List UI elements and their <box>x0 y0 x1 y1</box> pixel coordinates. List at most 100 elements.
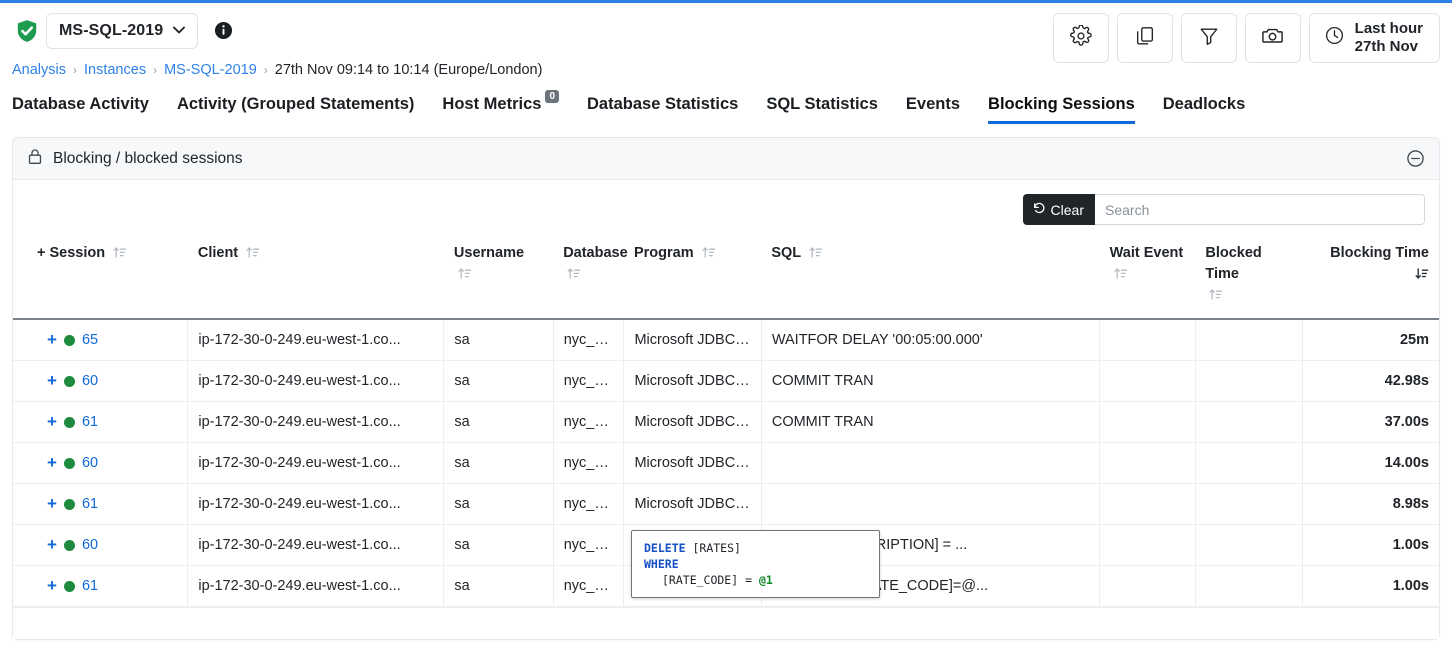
table-row[interactable]: + 61 ip-172-30-0-249.eu-west-1.co... sa … <box>13 401 1439 443</box>
shield-check-icon <box>12 16 42 46</box>
filter-button[interactable] <box>1180 13 1237 63</box>
cell-client: ip-172-30-0-249.eu-west-1.co... <box>187 360 445 402</box>
column-header-sql[interactable]: SQL <box>761 235 1100 320</box>
tab-blocking-sessions[interactable]: Blocking Sessions <box>988 95 1135 124</box>
session-id-link[interactable]: 61 <box>82 578 98 594</box>
table-toolbar: Clear <box>13 180 1439 235</box>
column-header-username[interactable]: Username <box>443 235 554 320</box>
cell-blocked-time <box>1195 483 1304 525</box>
column-header-client[interactable]: Client <box>187 235 444 320</box>
cell-sql[interactable]: COMMIT TRAN <box>761 360 1101 402</box>
sql-column: [RATE_CODE] = <box>662 573 759 587</box>
info-icon[interactable] <box>214 21 233 45</box>
tab-label: Host Metrics <box>442 95 542 113</box>
tab-sql-statistics[interactable]: SQL Statistics <box>766 95 878 124</box>
sql-keyword: WHERE <box>644 557 679 571</box>
cell-sql[interactable]: WAITFOR DELAY '00:05:00.000' <box>761 319 1101 361</box>
breadcrumb-item-instances[interactable]: Instances <box>84 62 146 78</box>
cell-wait-event <box>1099 360 1196 402</box>
tab-label: Blocking Sessions <box>988 95 1135 113</box>
time-range-button[interactable]: Last hour 27th Nov <box>1308 13 1440 63</box>
column-header-wait-event[interactable]: Wait Event <box>1099 235 1196 320</box>
session-status-dot <box>63 457 75 469</box>
search-input[interactable] <box>1095 194 1425 225</box>
session-id-link[interactable]: 61 <box>82 414 98 430</box>
tab-label: SQL Statistics <box>766 95 878 113</box>
cell-wait-event <box>1099 442 1196 484</box>
tab-events[interactable]: Events <box>906 95 960 124</box>
row-expander-icon[interactable]: + <box>47 577 57 594</box>
cell-blocking-time: 37.00s <box>1302 401 1439 443</box>
session-id-link[interactable]: 60 <box>82 455 98 471</box>
cell-sql[interactable] <box>761 483 1101 525</box>
tab-deadlocks[interactable]: Deadlocks <box>1163 95 1246 124</box>
tooltip-line-3: [RATE_CODE] = @1 <box>644 572 867 588</box>
cell-session: + 61 <box>13 483 189 525</box>
row-expander-icon[interactable]: + <box>47 413 57 430</box>
sort-ascending-icon <box>702 245 716 266</box>
sort-ascending-icon <box>113 245 127 266</box>
cell-blocked-time <box>1195 524 1304 566</box>
cell-client: ip-172-30-0-249.eu-west-1.co... <box>187 524 445 566</box>
table-row[interactable]: + 65 ip-172-30-0-249.eu-west-1.co... sa … <box>13 319 1439 361</box>
host-metrics-badge: 0 <box>545 90 560 103</box>
settings-button[interactable] <box>1052 13 1109 63</box>
cell-client: ip-172-30-0-249.eu-west-1.co... <box>187 319 445 361</box>
row-expander-icon[interactable]: + <box>47 495 57 512</box>
column-header-session[interactable]: + Session <box>13 235 188 320</box>
tab-activity-grouped-statements[interactable]: Activity (Grouped Statements) <box>177 95 414 124</box>
breadcrumb-item-instance[interactable]: MS-SQL-2019 <box>164 62 257 78</box>
tab-database-activity[interactable]: Database Activity <box>12 95 149 124</box>
panel-header: Blocking / blocked sessions <box>13 138 1439 180</box>
clock-icon <box>1324 25 1345 51</box>
tab-label: Deadlocks <box>1162 95 1246 113</box>
snapshot-button[interactable] <box>1244 13 1301 63</box>
row-expander-icon[interactable]: + <box>47 372 57 389</box>
camera-icon <box>1261 24 1284 52</box>
breadcrumb-separator: › <box>263 63 268 77</box>
column-header-database[interactable]: Database <box>553 235 628 320</box>
cell-blocked-time <box>1195 442 1304 484</box>
cell-username: sa <box>443 524 554 566</box>
cell-wait-event <box>1099 524 1196 566</box>
row-expander-icon[interactable]: + <box>47 331 57 348</box>
row-expander-icon[interactable]: + <box>47 536 57 553</box>
cell-wait-event <box>1099 401 1196 443</box>
instance-selector[interactable]: MS-SQL-2019 <box>46 13 199 49</box>
cell-session: + 60 <box>13 442 189 484</box>
cell-blocked-time <box>1195 360 1304 402</box>
session-id-link[interactable]: 65 <box>82 332 98 348</box>
cell-blocking-time: 25m <box>1302 319 1439 361</box>
sort-descending-icon <box>1415 266 1429 287</box>
table-row[interactable]: + 61 ip-172-30-0-249.eu-west-1.co... sa … <box>13 483 1439 525</box>
chevron-down-icon <box>173 25 186 37</box>
clear-button[interactable]: Clear <box>1022 194 1095 225</box>
tab-label: Activity (Grouped Statements) <box>176 95 415 113</box>
table-row[interactable]: + 60 ip-172-30-0-249.eu-west-1.co... sa … <box>13 442 1439 484</box>
cell-sql[interactable] <box>761 442 1101 484</box>
sql-preview-tooltip: DELETE [RATES] WHERE [RATE_CODE] = @1 <box>631 530 880 598</box>
column-header-blocking-time[interactable]: Blocking Time <box>1302 235 1439 320</box>
session-id-link[interactable]: 60 <box>82 537 98 553</box>
copy-documents-icon <box>1134 25 1156 52</box>
instance-name: MS-SQL-2019 <box>59 22 164 39</box>
session-status-dot <box>63 539 75 551</box>
cell-program: Microsoft JDBC ... <box>623 360 762 402</box>
session-id-link[interactable]: 61 <box>82 496 98 512</box>
breadcrumb-item-analysis[interactable]: Analysis <box>12 62 66 78</box>
tab-database-statistics[interactable]: Database Statistics <box>587 95 738 124</box>
table-header-row: + Session Client Username Database Progr… <box>13 235 1439 320</box>
minus-circle-icon[interactable] <box>1406 149 1425 168</box>
cell-sql[interactable]: COMMIT TRAN <box>761 401 1101 443</box>
session-id-link[interactable]: 60 <box>82 373 98 389</box>
cell-username: sa <box>443 565 554 607</box>
column-header-program[interactable]: Program <box>623 235 762 320</box>
column-header-blocked-time[interactable]: Blocked Time <box>1195 235 1303 320</box>
cell-username: sa <box>443 360 554 402</box>
tab-label: Database Statistics <box>587 95 739 113</box>
row-expander-icon[interactable]: + <box>47 454 57 471</box>
cell-session: + 60 <box>13 360 189 402</box>
tab-host-metrics[interactable]: Host Metrics 0 <box>442 90 560 124</box>
table-row[interactable]: + 60 ip-172-30-0-249.eu-west-1.co... sa … <box>13 360 1439 402</box>
copy-button[interactable] <box>1116 13 1173 63</box>
